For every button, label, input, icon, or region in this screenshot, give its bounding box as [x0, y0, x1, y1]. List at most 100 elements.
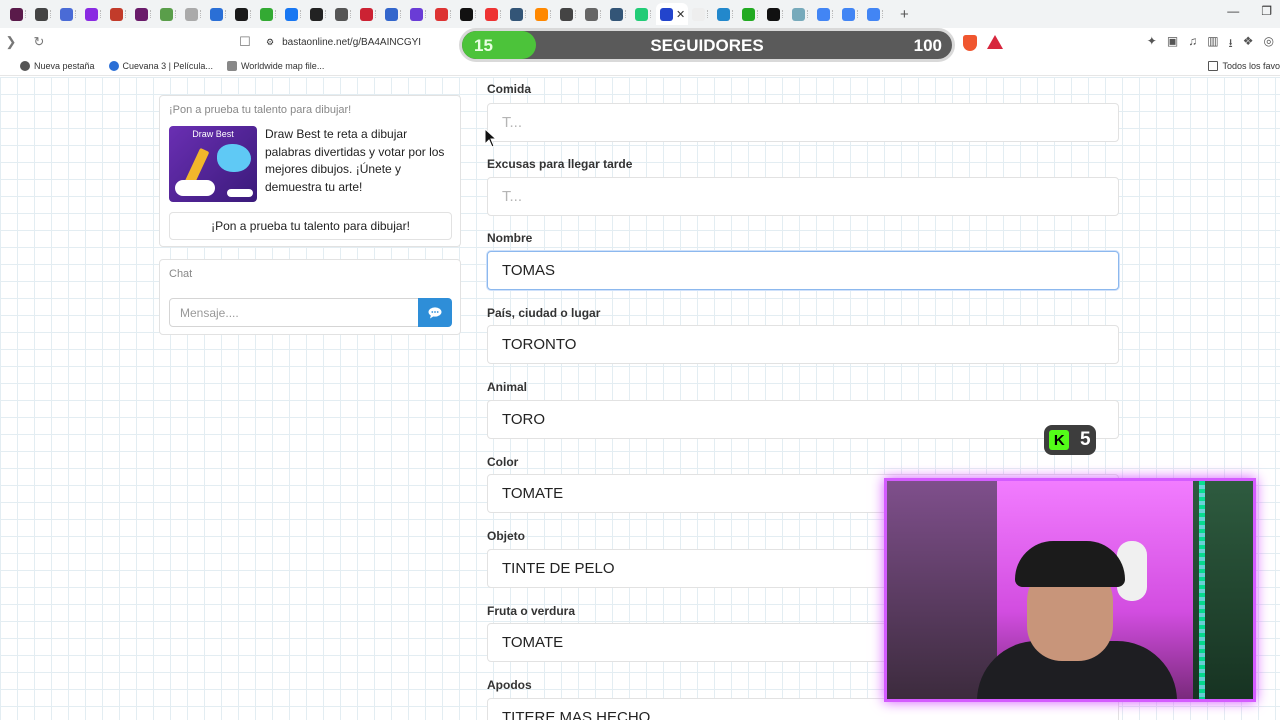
browser-tab[interactable]: [431, 3, 456, 25]
field-label-animal: Animal: [487, 380, 528, 394]
all-bookmarks[interactable]: Todos los favo: [1208, 60, 1280, 71]
browser-tab[interactable]: [356, 3, 381, 25]
splash-shape: [217, 144, 251, 172]
tab-divider: [550, 10, 555, 18]
browser-tab[interactable]: [206, 3, 231, 25]
close-tab-icon[interactable]: ✕: [676, 8, 685, 21]
follower-goal-bar: 15 SEGUIDORES 100: [459, 28, 955, 62]
tab-divider: [832, 10, 837, 18]
tab-divider: [782, 10, 787, 18]
browser-tab[interactable]: [256, 3, 281, 25]
puzzle-icon[interactable]: ❖: [1243, 34, 1254, 55]
browser-tab[interactable]: [306, 3, 331, 25]
tab-divider: [125, 10, 130, 18]
sidebar-icon[interactable]: ▥: [1207, 34, 1218, 55]
browser-tab[interactable]: [456, 3, 481, 25]
brave-shield-icon[interactable]: [963, 35, 977, 51]
tab-favicon-icon: [35, 7, 48, 21]
browser-tab[interactable]: [381, 3, 406, 25]
browser-tab[interactable]: [506, 3, 531, 25]
reload-icon[interactable]: ↻: [28, 34, 50, 50]
browser-tab[interactable]: [281, 3, 306, 25]
tab-divider: [857, 10, 862, 18]
screenshot-icon[interactable]: ▣: [1167, 34, 1178, 55]
tab-favicon-icon: [60, 7, 73, 21]
back-icon[interactable]: ❯: [0, 34, 22, 50]
browser-tab[interactable]: [556, 3, 581, 25]
field-input-pais[interactable]: [487, 325, 1119, 364]
music-icon[interactable]: ♫: [1188, 34, 1197, 55]
browser-tab[interactable]: [863, 3, 888, 25]
browser-tab[interactable]: [106, 3, 131, 25]
tab-favicon-icon: [335, 7, 348, 21]
webcam-overlay: [884, 478, 1256, 702]
tab-divider: [300, 10, 305, 18]
browser-tab[interactable]: [56, 3, 81, 25]
field-input-nombre[interactable]: [487, 251, 1119, 290]
bookmark-star-icon[interactable]: ☐: [234, 34, 256, 50]
promo-button[interactable]: ¡Pon a prueba tu talento para dibujar!: [169, 212, 452, 240]
tab-favicon-icon: [235, 7, 248, 21]
browser-tab[interactable]: [713, 3, 738, 25]
browser-tab[interactable]: [81, 3, 106, 25]
browser-tab[interactable]: [763, 3, 788, 25]
tab-favicon-icon: [767, 7, 780, 21]
field-input-excusas[interactable]: [487, 177, 1119, 216]
tab-favicon-icon: [842, 7, 855, 21]
browser-tab[interactable]: [788, 3, 813, 25]
tab-favicon-icon: [867, 7, 880, 21]
url-text: bastaonline.net/g/BA4AINCGYI: [282, 36, 422, 48]
tab-favicon-icon: [635, 7, 648, 21]
browser-tab[interactable]: [838, 3, 863, 25]
bookmark-item[interactable]: Worldwide map file...: [226, 60, 324, 71]
tab-divider: [425, 10, 430, 18]
download-icon[interactable]: ⭳: [1229, 34, 1233, 55]
browser-tab[interactable]: [331, 3, 356, 25]
browser-tab[interactable]: [688, 3, 713, 25]
tab-divider: [575, 10, 580, 18]
tab-divider: [757, 10, 762, 18]
draw-best-thumbnail[interactable]: Draw Best: [169, 126, 257, 202]
browser-tab[interactable]: [131, 3, 156, 25]
tab-divider: [807, 10, 812, 18]
browser-tab[interactable]: [531, 3, 556, 25]
browser-tab[interactable]: [6, 3, 31, 25]
browser-tab[interactable]: [231, 3, 256, 25]
url-field[interactable]: ⚙ bastaonline.net/g/BA4AINCGYI: [266, 31, 486, 53]
tab-favicon-icon: [185, 7, 198, 21]
tab-favicon-icon: [535, 7, 548, 21]
browser-tab[interactable]: [181, 3, 206, 25]
browser-tab[interactable]: ✕: [656, 3, 688, 25]
extension-icon[interactable]: ✦: [1147, 34, 1157, 55]
tab-divider: [225, 10, 230, 18]
browser-tab[interactable]: [581, 3, 606, 25]
bookmark-item[interactable]: Nueva pestaña: [20, 60, 95, 71]
field-input-animal[interactable]: [487, 400, 1119, 439]
new-tab-icon[interactable]: +: [900, 6, 909, 23]
field-input-comida[interactable]: [487, 103, 1119, 142]
browser-tab[interactable]: [481, 3, 506, 25]
browser-tab[interactable]: [631, 3, 656, 25]
field-label-color: Color: [487, 455, 519, 469]
tab-divider: [625, 10, 630, 18]
tab-favicon-icon: [285, 7, 298, 21]
profile-icon[interactable]: ◎: [1264, 34, 1274, 55]
tab-divider: [200, 10, 205, 18]
site-info-icon[interactable]: ⚙: [266, 37, 274, 48]
chat-send-button[interactable]: [418, 298, 452, 327]
browser-tab[interactable]: [406, 3, 431, 25]
tab-favicon-icon: [660, 7, 673, 21]
tab-favicon-icon: [610, 7, 623, 21]
brave-rewards-icon[interactable]: [987, 35, 1003, 49]
browser-tab[interactable]: [738, 3, 763, 25]
bookmark-item[interactable]: Cuevana 3 | Película...: [108, 60, 213, 71]
browser-tab[interactable]: [606, 3, 631, 25]
browser-tab[interactable]: [156, 3, 181, 25]
browser-tab[interactable]: [813, 3, 838, 25]
tab-favicon-icon: [742, 7, 755, 21]
minimize-icon[interactable]: —: [1227, 4, 1239, 18]
chat-message-input[interactable]: [169, 298, 419, 327]
field-label-apodos: Apodos: [487, 678, 532, 692]
restore-icon[interactable]: ❐: [1261, 4, 1272, 18]
browser-tab[interactable]: [31, 3, 56, 25]
